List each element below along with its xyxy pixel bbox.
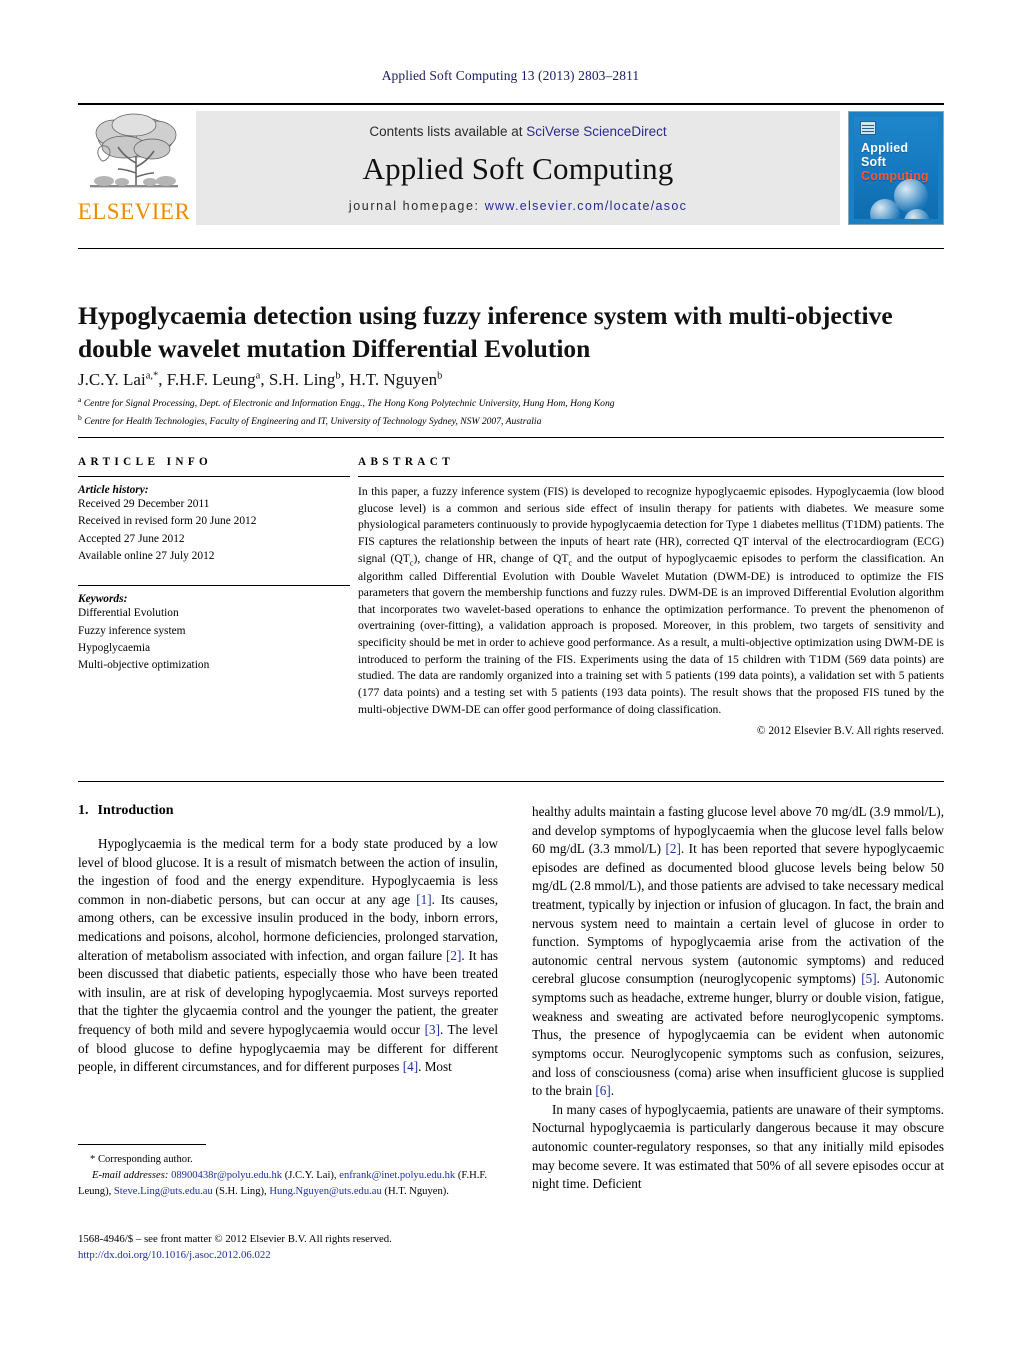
body-column-left: 1. Introduction Hypoglycaemia is the medi… — [78, 803, 498, 1077]
title-divider — [78, 248, 944, 249]
article-info-rule — [78, 476, 350, 477]
citation-2b[interactable]: [2] — [666, 841, 681, 856]
doi-link[interactable]: http://dx.doi.org/10.1016/j.asoc.2012.06… — [78, 1247, 518, 1263]
sciencedirect-link[interactable]: SciVerse ScienceDirect — [526, 124, 666, 139]
article-info-heading: ARTICLE INFO — [78, 456, 213, 468]
keyword-item: Fuzzy inference system — [78, 624, 186, 637]
intro-paragraph-1-cont: healthy adults maintain a fasting glucos… — [532, 803, 944, 1101]
paper-page: Applied Soft Computing 13 (2013) 2803–28… — [0, 0, 1021, 1351]
journal-homepage-line: journal homepage: www.elsevier.com/locat… — [349, 199, 687, 213]
citation-6[interactable]: [6] — [595, 1083, 610, 1098]
cover-line-applied: Applied — [861, 141, 909, 155]
elsevier-wordmark: ELSEVIER — [77, 199, 191, 224]
article-history-label: Article history: — [78, 484, 149, 496]
contents-available-line: Contents lists available at SciVerse Sci… — [369, 124, 666, 139]
affiliation-list: a Centre for Signal Processing, Dept. of… — [78, 394, 944, 429]
email-owner-4: (H.T. Nguyen). — [381, 1185, 449, 1197]
corresponding-author-note: * Corresponding author. — [90, 1154, 193, 1165]
abstract-heading: ABSTRACT — [358, 456, 455, 468]
cover-inner: Applied Soft Computing — [854, 117, 938, 219]
abstract-rule — [358, 476, 944, 477]
citation-5[interactable]: [5] — [861, 971, 876, 986]
cover-line-soft: Soft — [861, 155, 887, 169]
keyword-item: Hypoglycaemia — [78, 641, 151, 654]
page-title: Hypoglycaemia detection using fuzzy infe… — [78, 301, 893, 363]
author-list: J.C.Y. Laia,*, F.H.F. Leunga, S.H. Lingb… — [78, 370, 443, 389]
abstract-section: ABSTRACT In this paper, a fuzzy inferenc… — [358, 456, 944, 737]
journal-cover-thumbnail[interactable]: Applied Soft Computing — [848, 111, 944, 225]
cover-mini-icon — [860, 121, 876, 135]
email-link-4[interactable]: Hung.Nguyen@uts.edu.au — [269, 1186, 381, 1197]
abstract-copyright: © 2012 Elsevier B.V. All rights reserved… — [756, 725, 944, 738]
p1-text-e: . Most — [418, 1059, 452, 1075]
email-link-2[interactable]: enfrank@inet.polyu.edu.hk — [339, 1170, 455, 1181]
article-info-section: ARTICLE INFO Article history: Received 2… — [78, 456, 350, 675]
keyword-item: Differential Evolution — [78, 607, 179, 620]
journal-title: Applied Soft Computing — [362, 151, 674, 186]
history-item: Received 29 December 2011 — [78, 498, 210, 510]
abstract-text: In this paper, a fuzzy inference system … — [358, 484, 944, 718]
rp1-text-b: . It has been reported that severe hypog… — [532, 841, 944, 987]
affiliation-b: b Centre for Health Technologies, Facult… — [78, 412, 542, 427]
section-number: 1. — [78, 803, 89, 818]
email-link-3[interactable]: Steve.Ling@uts.edu.au — [114, 1186, 213, 1197]
masthead-center: Contents lists available at SciVerse Sci… — [196, 111, 840, 225]
abstract-part-2: ), change of HR, change of QT — [413, 551, 569, 565]
elsevier-logo: ELSEVIER — [78, 111, 190, 225]
body-column-right: healthy adults maintain a fasting glucos… — [532, 803, 944, 1194]
contents-prefix: Contents lists available at — [369, 124, 527, 139]
citation-4[interactable]: [4] — [403, 1059, 418, 1074]
journal-homepage-link[interactable]: www.elsevier.com/locate/asoc — [485, 199, 687, 213]
keywords-list: Differential Evolution Fuzzy inference s… — [78, 605, 350, 674]
email-owner-3: (S.H. Ling), — [212, 1185, 267, 1197]
imprint-block: 1568-4946/$ – see front matter © 2012 El… — [78, 1231, 518, 1263]
article-history-list: Received 29 December 2011 Received in re… — [78, 496, 350, 565]
imprint-line: 1568-4946/$ – see front matter © 2012 El… — [78, 1233, 392, 1245]
email-owner-1: (J.C.Y. Lai), — [282, 1169, 337, 1181]
footnote-rule — [78, 1144, 206, 1145]
info-divider — [78, 437, 944, 438]
rp1-text-d: . — [610, 1083, 615, 1099]
section-title: Introduction — [97, 803, 174, 818]
running-head: Applied Soft Computing 13 (2013) 2803–28… — [381, 68, 640, 83]
journal-masthead: ELSEVIER Contents lists available at Sci… — [78, 103, 944, 225]
body-divider — [78, 781, 944, 782]
affiliation-b-text: Centre for Health Technologies, Faculty … — [84, 415, 542, 427]
history-item: Received in revised form 20 June 2012 — [78, 515, 257, 528]
citation-2[interactable]: [2] — [446, 948, 461, 963]
homepage-label: journal homepage: — [348, 199, 480, 213]
keyword-item: Multi-objective optimization — [78, 659, 210, 672]
history-item: Available online 27 July 2012 — [78, 549, 215, 562]
email-label: E-mail addresses: — [92, 1169, 169, 1181]
keywords-rule — [78, 585, 350, 587]
email-link-1[interactable]: 08900438r@polyu.edu.hk — [171, 1170, 282, 1181]
email-addresses-note: E-mail addresses: 08900438r@polyu.edu.hk… — [78, 1168, 498, 1200]
footnote-block: * Corresponding author. E-mail addresses… — [78, 1144, 498, 1200]
intro-paragraph-1: Hypoglycaemia is the medical term for a … — [78, 835, 498, 1077]
abstract-part-3: and the output of hypoglycaemic episodes… — [358, 551, 944, 716]
rp1-text-c: . Autonomic symptoms such as headache, e… — [532, 971, 945, 1099]
keywords-label: Keywords: — [78, 593, 128, 606]
section-heading-introduction: 1. Introduction — [78, 803, 498, 819]
affiliation-a: a Centre for Signal Processing, Dept. of… — [78, 395, 615, 410]
history-item: Accepted 27 June 2012 — [78, 532, 185, 545]
affiliation-a-text: Centre for Signal Processing, Dept. of E… — [83, 398, 615, 410]
citation-1[interactable]: [1] — [416, 892, 431, 907]
elsevier-tree-icon — [90, 113, 178, 188]
intro-paragraph-2: In many cases of hypoglycaemia, patients… — [532, 1101, 944, 1192]
citation-3[interactable]: [3] — [425, 1022, 440, 1037]
